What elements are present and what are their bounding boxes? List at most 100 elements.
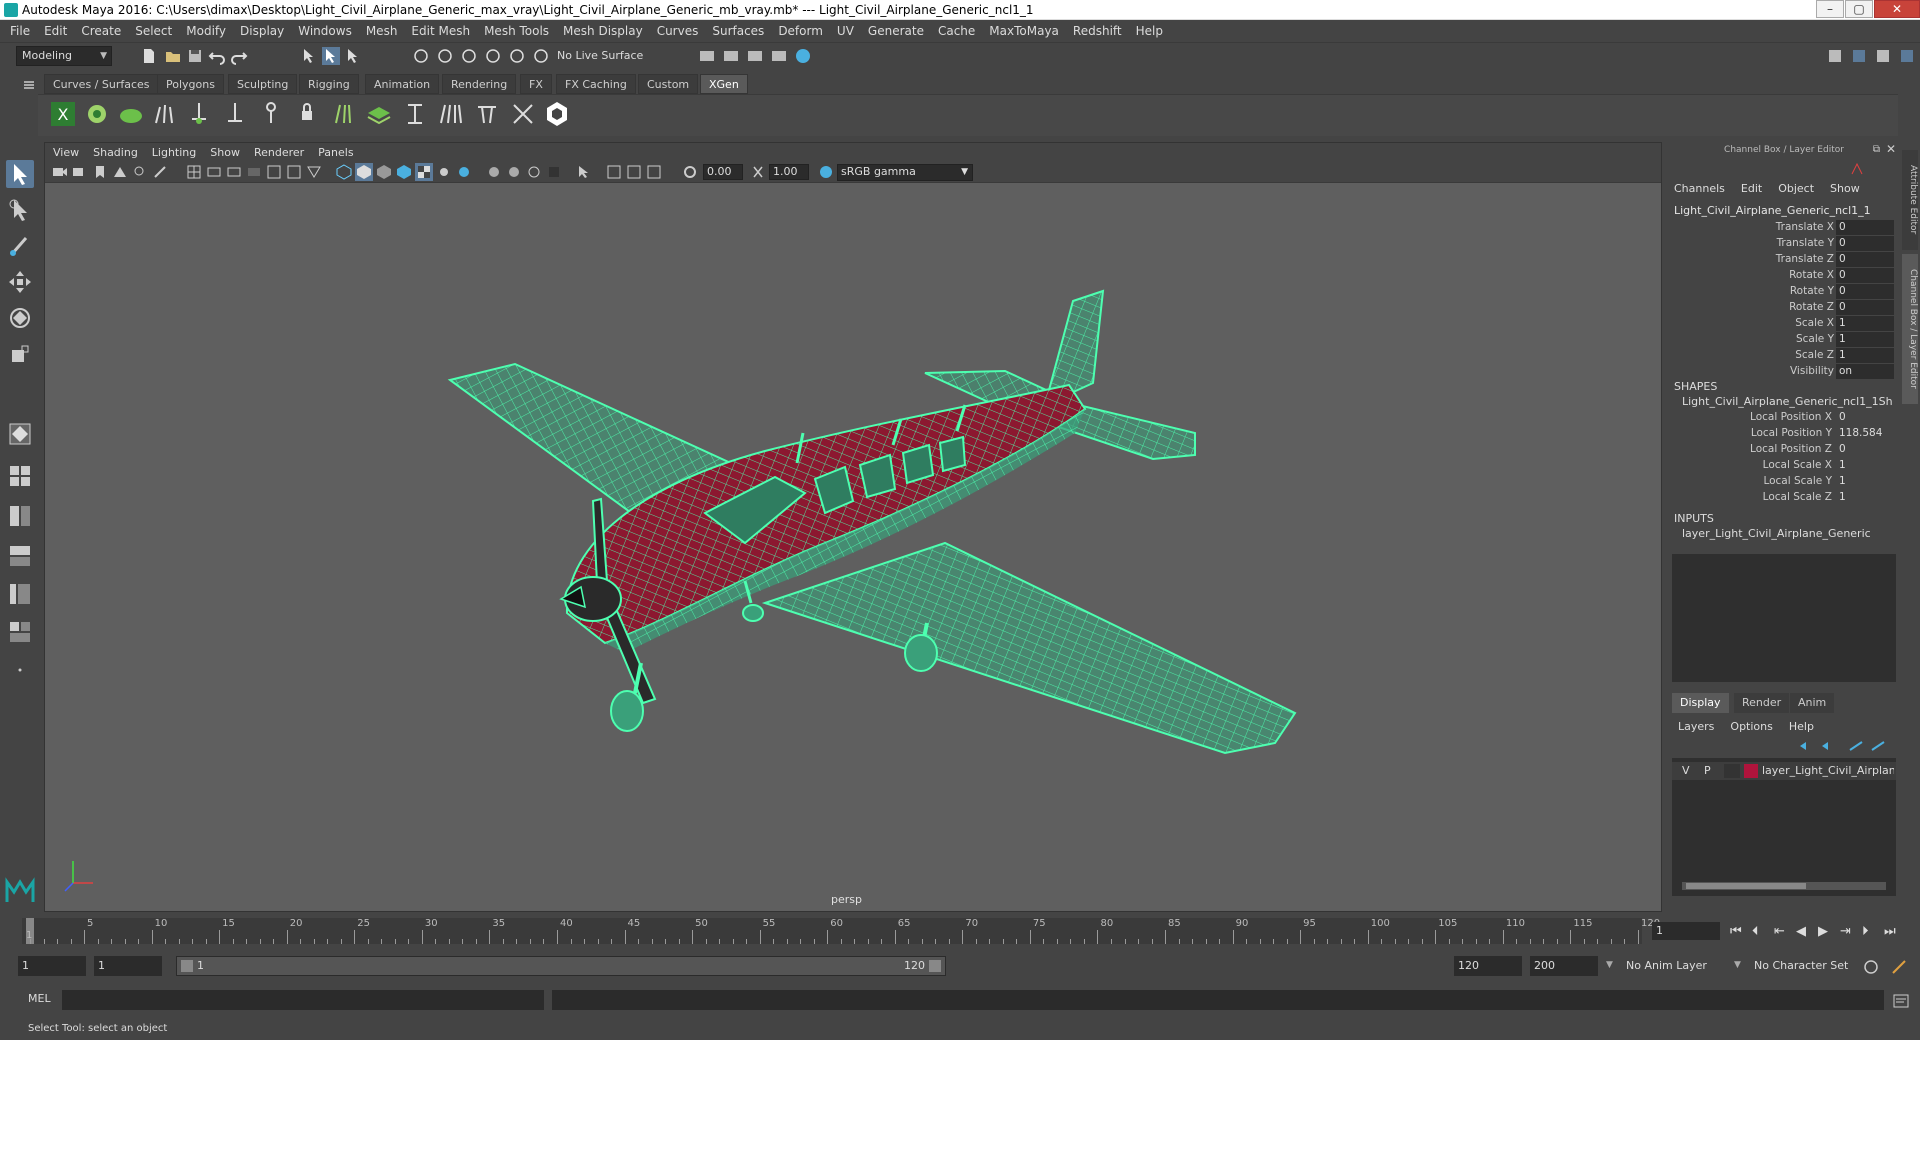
xgen-cut-icon[interactable] — [508, 99, 538, 129]
shape-channel-value[interactable]: 118.584 — [1836, 426, 1894, 441]
snap-point-icon[interactable] — [460, 47, 478, 65]
input-name[interactable]: layer_Light_Civil_Airplane_Generic — [1682, 527, 1892, 540]
channel-box-manip-icon[interactable] — [1850, 162, 1864, 179]
snap-curve-icon[interactable] — [436, 47, 454, 65]
channel-menu-channels[interactable]: Channels — [1674, 182, 1725, 195]
menu-file[interactable]: File — [10, 24, 30, 38]
shelf-tab-xgen[interactable]: XGen — [700, 74, 748, 94]
layer-menu-help[interactable]: Help — [1789, 720, 1814, 733]
viewport-menu-show[interactable]: Show — [210, 146, 240, 159]
gate-mask-icon[interactable] — [245, 163, 263, 181]
xgen-lock-guides-icon[interactable] — [292, 99, 322, 129]
new-layer-selected-icon[interactable] — [1870, 740, 1886, 755]
xgen-editor-icon[interactable]: X — [48, 99, 78, 129]
xgen-select-guide-icon[interactable] — [256, 99, 286, 129]
menu-mesh-display[interactable]: Mesh Display — [563, 24, 643, 38]
select-object-icon[interactable] — [322, 47, 340, 65]
menu-edit[interactable]: Edit — [44, 24, 67, 38]
shelf-menu-icon[interactable] — [20, 76, 38, 94]
ipr-render-icon[interactable] — [746, 47, 764, 65]
snap-grid-icon[interactable] — [412, 47, 430, 65]
side-by-side-layout-icon[interactable] — [6, 502, 34, 530]
use-all-lights-icon[interactable] — [435, 163, 453, 181]
viewport-menu-panels[interactable]: Panels — [318, 146, 353, 159]
new-scene-icon[interactable] — [140, 47, 158, 65]
lasso-tool-icon[interactable] — [6, 196, 34, 224]
time-slider[interactable]: 1 5 10 15 20 25 30 35 40 45 50 55 60 65 70 75 80 85 90 95 1… — [0, 914, 1920, 948]
field-chart-icon[interactable] — [265, 163, 283, 181]
channel-row[interactable]: Translate Y0 — [1668, 236, 1896, 252]
channel-box-side-tab[interactable]: Channel Box / Layer Editor — [1902, 254, 1918, 404]
xgen-rebuild-icon[interactable] — [400, 99, 430, 129]
modeling-toolkit-icon[interactable] — [1826, 47, 1844, 65]
animation-end-field[interactable]: 200 — [1530, 956, 1598, 976]
redo-icon[interactable] — [230, 47, 248, 65]
layer-row[interactable]: V P layer_Light_Civil_Airplan — [1672, 762, 1896, 780]
shelf-tab-polygons[interactable]: Polygons — [157, 74, 224, 94]
menu-edit-mesh[interactable]: Edit Mesh — [411, 24, 470, 38]
layer-menu-options[interactable]: Options — [1730, 720, 1772, 733]
step-forward-key-icon[interactable]: ⇥ — [1840, 924, 1851, 939]
rotate-tool-icon[interactable] — [6, 304, 34, 332]
script-editor-icon[interactable] — [1892, 992, 1910, 1013]
shape-channel-row[interactable]: Local Position Z 0 — [1668, 442, 1896, 458]
2d-pan-zoom-icon[interactable] — [131, 163, 149, 181]
layout-options-icon[interactable] — [6, 656, 34, 684]
playback-start-field[interactable]: 1 — [94, 956, 162, 976]
shelf-tab-rigging[interactable]: Rigging — [299, 74, 359, 94]
xgen-add-guide-icon[interactable] — [220, 99, 250, 129]
menu-help[interactable]: Help — [1136, 24, 1163, 38]
channel-row[interactable]: Rotate Y0 — [1668, 284, 1896, 300]
shelf-tab-fx-caching[interactable]: FX Caching — [556, 74, 636, 94]
safe-title-icon[interactable] — [305, 163, 323, 181]
command-input[interactable] — [62, 990, 544, 1010]
snap-surface-icon[interactable] — [508, 47, 526, 65]
shape-channel-row[interactable]: Local Scale Y 1 — [1668, 474, 1896, 490]
menu-deform[interactable]: Deform — [778, 24, 823, 38]
viewport-menu-renderer[interactable]: Renderer — [254, 146, 304, 159]
render-view-icon[interactable] — [770, 47, 788, 65]
playback-end-field[interactable]: 120 — [1454, 956, 1522, 976]
layer-color-swatch[interactable] — [1744, 764, 1758, 778]
object-name[interactable]: Light_Civil_Airplane_Generic_ncl1_1 — [1674, 204, 1871, 217]
character-set-dropdown[interactable]: No Character Set — [1750, 956, 1866, 976]
close-button[interactable]: ✕ — [1874, 0, 1920, 18]
shelf-tab-curves-surfaces[interactable]: Curves / Surfaces — [44, 74, 159, 94]
channel-value[interactable]: on — [1836, 364, 1894, 379]
smooth-shade-icon[interactable] — [355, 163, 373, 181]
chevron-down-icon[interactable]: ▼ — [1606, 960, 1613, 970]
shape-channel-value[interactable]: 0 — [1836, 442, 1894, 457]
time-slider-track[interactable]: 1 5 10 15 20 25 30 35 40 45 50 55 60 65 70 75 80 85 90 95 1… — [22, 918, 1660, 944]
menu-create[interactable]: Create — [81, 24, 121, 38]
maximize-button[interactable]: ▢ — [1845, 0, 1873, 18]
airplane-model[interactable] — [447, 289, 1297, 755]
channel-row[interactable]: Scale X1 — [1668, 316, 1896, 332]
current-frame-field[interactable]: 1 — [1652, 922, 1720, 940]
xgen-place-guides-icon[interactable] — [150, 99, 180, 129]
channel-row[interactable]: Rotate Z0 — [1668, 300, 1896, 316]
menu-redshift[interactable]: Redshift — [1073, 24, 1122, 38]
wireframe-icon[interactable] — [335, 163, 353, 181]
menu-surfaces[interactable]: Surfaces — [712, 24, 764, 38]
move-tool-icon[interactable] — [6, 268, 34, 296]
play-forwards-icon[interactable]: ▶ — [1818, 924, 1828, 939]
select-hierarchy-icon[interactable] — [300, 47, 318, 65]
shelf-tab-custom[interactable]: Custom — [638, 74, 699, 94]
viewport-menu-lighting[interactable]: Lighting — [152, 146, 196, 159]
persp-graph-layout-icon[interactable] — [6, 542, 34, 570]
layer-tab-display[interactable]: Display — [1672, 693, 1729, 713]
channel-value[interactable]: 0 — [1836, 300, 1894, 315]
tool-settings-toggle-icon[interactable] — [1874, 47, 1892, 65]
menu-maxtomaya[interactable]: MaxToMaya — [989, 24, 1059, 38]
channel-row[interactable]: Scale Y1 — [1668, 332, 1896, 348]
xray-components-icon[interactable] — [645, 163, 663, 181]
shape-channel-value[interactable]: 0 — [1836, 410, 1894, 425]
xgen-interactive-groom-icon[interactable] — [542, 99, 572, 129]
close-panel-icon[interactable]: ✕ — [1886, 142, 1896, 156]
layer-playback-toggle[interactable]: P — [1704, 764, 1711, 777]
menu-mesh[interactable]: Mesh — [366, 24, 398, 38]
paint-select-tool-icon[interactable] — [6, 232, 34, 260]
channel-value[interactable]: 1 — [1836, 332, 1894, 347]
viewport-menu-view[interactable]: View — [53, 146, 79, 159]
layer-tab-anim[interactable]: Anim — [1790, 693, 1835, 713]
